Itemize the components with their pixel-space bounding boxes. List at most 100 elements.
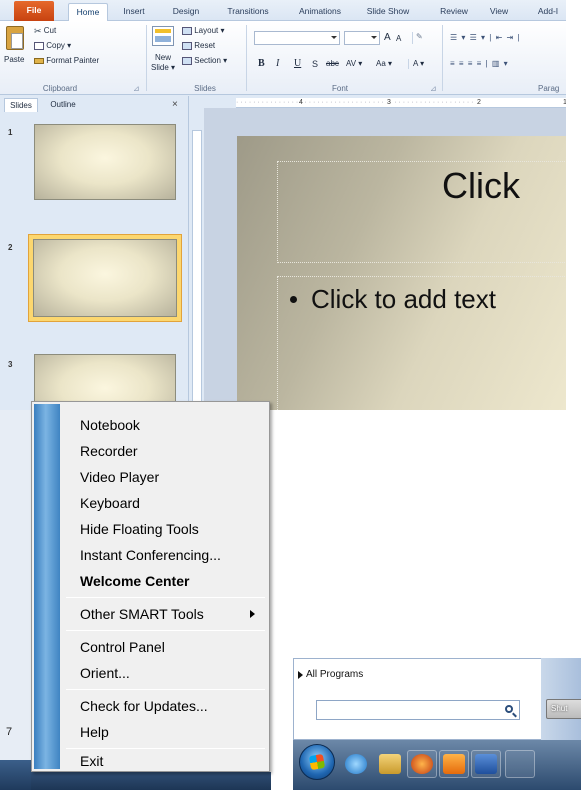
tab-transitions[interactable]: Transitions bbox=[220, 3, 276, 21]
section-button[interactable]: Section ▾ bbox=[182, 56, 227, 66]
taskbar bbox=[293, 740, 581, 790]
taskbar-button-powerpoint[interactable] bbox=[505, 750, 535, 778]
body-text: Click to add text bbox=[311, 284, 496, 314]
menu-item-other-smart-tools[interactable]: Other SMART Tools bbox=[80, 604, 204, 624]
brush-icon bbox=[34, 57, 44, 64]
slide-editing-area: Click Click to add text bbox=[204, 108, 566, 410]
shutdown-button[interactable]: Shut bbox=[546, 699, 581, 719]
start-search-input[interactable] bbox=[316, 700, 520, 720]
char-spacing-button[interactable]: AV ▾ bbox=[346, 59, 362, 69]
font-color-button[interactable]: A ▾ bbox=[408, 59, 424, 69]
section-label: Section ▾ bbox=[194, 56, 228, 65]
ruler-tick: 2 bbox=[476, 98, 482, 107]
tab-slide-show[interactable]: Slide Show bbox=[360, 3, 416, 21]
shadow-button[interactable]: S bbox=[312, 59, 318, 69]
format-painter-button[interactable]: Format Painter bbox=[34, 56, 99, 66]
paste-icon[interactable] bbox=[6, 26, 24, 50]
font-family-combo[interactable] bbox=[254, 31, 340, 45]
internet-explorer-icon[interactable] bbox=[345, 754, 367, 774]
group-divider bbox=[442, 25, 443, 91]
tab-review[interactable]: Review bbox=[436, 3, 472, 21]
font-launcher-icon[interactable]: ⊿ bbox=[430, 84, 437, 94]
bold-button[interactable]: B bbox=[258, 59, 265, 69]
menu-item-recorder[interactable]: Recorder bbox=[80, 441, 138, 461]
taskbar-under-menu bbox=[31, 772, 271, 790]
tab-file[interactable]: File bbox=[14, 1, 54, 21]
tab-insert[interactable]: Insert bbox=[116, 3, 152, 21]
paste-button[interactable]: Paste bbox=[4, 55, 24, 65]
clear-format-icon[interactable]: ✎ bbox=[412, 32, 424, 44]
bullets-button[interactable]: ☰ ▾ ☰ ▾ | ⇤ ⇥ | bbox=[450, 33, 521, 43]
all-programs-button[interactable]: All Programs bbox=[306, 669, 363, 680]
horizontal-ruler: · · · · · · · · · · · · · · · · · · · · … bbox=[236, 98, 566, 108]
section-icon bbox=[182, 56, 192, 65]
tab-view[interactable]: View bbox=[484, 3, 514, 21]
align-buttons[interactable]: ≡ ≡ ≡ ≡ | ▥ ▾ bbox=[450, 59, 509, 69]
submenu-arrow-icon bbox=[250, 610, 255, 618]
tab-outline[interactable]: Outline bbox=[40, 98, 86, 112]
grow-font-button[interactable]: A bbox=[384, 33, 391, 43]
tab-slides[interactable]: Slides bbox=[4, 98, 38, 112]
start-orb-icon[interactable] bbox=[299, 744, 335, 780]
content-placeholder-text: Click to add text bbox=[290, 284, 496, 315]
menu-item-help[interactable]: Help bbox=[80, 722, 109, 742]
content-placeholder[interactable]: Click to add text bbox=[277, 276, 566, 410]
layout-button[interactable]: Layout ▾ bbox=[182, 26, 225, 36]
file-explorer-icon[interactable] bbox=[379, 754, 401, 774]
menu-separator bbox=[66, 748, 265, 749]
menu-item-control-panel[interactable]: Control Panel bbox=[80, 637, 165, 657]
align-icons: ≡ ≡ ≡ ≡ | ▥ ▾ bbox=[450, 59, 509, 68]
reset-button[interactable]: Reset bbox=[182, 41, 215, 51]
new-slide-label[interactable]: New bbox=[155, 53, 171, 63]
title-placeholder[interactable] bbox=[277, 161, 566, 263]
copy-label: Copy ▾ bbox=[46, 41, 72, 50]
tab-design[interactable]: Design bbox=[166, 3, 206, 21]
menu-side-strip bbox=[34, 404, 60, 769]
firefox-icon[interactable] bbox=[411, 754, 433, 774]
change-case-button[interactable]: Aa ▾ bbox=[376, 59, 392, 69]
new-slide-label-2[interactable]: Slide ▾ bbox=[151, 63, 175, 73]
group-divider bbox=[246, 25, 247, 91]
bullets-icon: ☰ ▾ ☰ ▾ | ⇤ ⇥ | bbox=[450, 33, 521, 42]
cut-button[interactable]: ✂ Cut bbox=[34, 26, 56, 36]
menu-item-hide-floating-tools[interactable]: Hide Floating Tools bbox=[80, 519, 199, 539]
shrink-font-button[interactable]: A bbox=[396, 34, 401, 44]
menu-item-welcome-center[interactable]: Welcome Center bbox=[80, 571, 189, 591]
background-taskbar bbox=[0, 760, 31, 790]
clipboard-group-label: Clipboard bbox=[42, 84, 78, 93]
format-painter-label: Format Painter bbox=[46, 56, 100, 65]
slide-thumbnail-1[interactable] bbox=[30, 120, 180, 204]
menu-item-instant-conferencing[interactable]: Instant Conferencing... bbox=[80, 545, 221, 565]
ribbon-tab-bar: File Home Insert Design Transitions Anim… bbox=[0, 0, 566, 21]
menu-item-orient[interactable]: Orient... bbox=[80, 663, 130, 683]
layout-label: Layout ▾ bbox=[194, 26, 225, 35]
tab-add-ins[interactable]: Add-I bbox=[530, 3, 566, 21]
tab-home[interactable]: Home bbox=[68, 3, 108, 21]
menu-item-check-for-updates[interactable]: Check for Updates... bbox=[80, 696, 208, 716]
word-icon[interactable] bbox=[475, 754, 497, 774]
slide-thumbnail-2-selected[interactable] bbox=[28, 234, 182, 322]
close-icon[interactable]: × bbox=[172, 99, 178, 110]
powerpoint-window: File Home Insert Design Transitions Anim… bbox=[0, 0, 566, 410]
strikethrough-button[interactable]: abc bbox=[326, 59, 339, 69]
font-size-combo[interactable] bbox=[344, 31, 380, 45]
tab-animations[interactable]: Animations bbox=[292, 3, 348, 21]
copy-button[interactable]: Copy ▾ bbox=[34, 41, 71, 51]
new-slide-icon[interactable] bbox=[152, 26, 174, 46]
slide-number: 1 bbox=[8, 128, 13, 137]
menu-item-keyboard[interactable]: Keyboard bbox=[80, 493, 140, 513]
clipboard-launcher-icon[interactable]: ⊿ bbox=[133, 84, 140, 94]
ruler-dots: · · · · · · · · · · · · · · · · · · · · … bbox=[236, 99, 474, 106]
smart-context-menu: Notebook Recorder Video Player Keyboard … bbox=[31, 401, 270, 772]
scissors-icon: ✂ bbox=[34, 26, 42, 36]
menu-item-exit[interactable]: Exit bbox=[80, 751, 103, 771]
search-icon bbox=[505, 705, 513, 713]
paragraph-group-label: Parag bbox=[538, 84, 560, 93]
ruler-tick: 3 bbox=[386, 98, 392, 107]
underline-button[interactable]: U bbox=[294, 59, 301, 69]
menu-item-video-player[interactable]: Video Player bbox=[80, 467, 159, 487]
chevron-down-icon bbox=[331, 36, 337, 39]
menu-item-notebook[interactable]: Notebook bbox=[80, 415, 140, 435]
media-player-icon[interactable] bbox=[443, 754, 465, 774]
italic-button[interactable]: I bbox=[276, 59, 279, 69]
